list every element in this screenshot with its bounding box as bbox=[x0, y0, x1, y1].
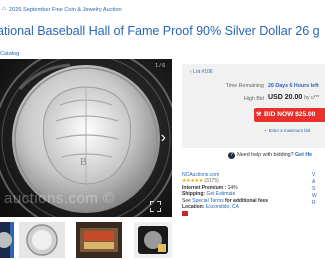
terms-suffix: for additional fees bbox=[225, 197, 269, 204]
chevron-right-icon[interactable]: › bbox=[161, 130, 166, 146]
high-bid-amount: USD 20.00 bbox=[268, 94, 303, 101]
bid-now-button[interactable]: ⚒ BID NOW $25.00 bbox=[254, 108, 325, 122]
thumbnail[interactable] bbox=[76, 222, 122, 258]
seller-info: NCAuctions.com ★★★★★ (3175) Internet Pre… bbox=[182, 172, 312, 217]
svg-text:B: B bbox=[80, 157, 87, 168]
flag-icon bbox=[182, 210, 188, 216]
shipping-estimate-link[interactable]: Get Estimate bbox=[206, 191, 235, 197]
high-bid-value: USD 20.00 by u*** bbox=[268, 94, 320, 101]
side-links: V A S W R bbox=[312, 172, 325, 207]
lot-label: Lot #106 bbox=[193, 69, 213, 75]
side-link[interactable]: A bbox=[312, 179, 325, 186]
page-title: ational Baseball Hall of Fame Proof 90% … bbox=[0, 24, 320, 38]
thumbnail-strip bbox=[0, 222, 172, 258]
image-counter: 1 / 6 bbox=[155, 63, 165, 69]
premium-value: 14% bbox=[227, 184, 238, 191]
thumbnail[interactable] bbox=[134, 222, 172, 258]
location-link[interactable]: Escondido, CA bbox=[206, 204, 239, 210]
bid-panel: ‹ Lot #106 Time Remaining 26 Days 6 Hour… bbox=[182, 64, 325, 148]
max-bid-link[interactable]: + Enter a maximum bid bbox=[264, 128, 310, 133]
high-bid-user: by u*** bbox=[304, 95, 320, 101]
help-link[interactable]: Get He bbox=[295, 152, 312, 158]
premium-label: Internet Premium : bbox=[182, 184, 227, 191]
home-icon[interactable]: ⌂ bbox=[2, 6, 6, 12]
help-text: Need help with bidding? bbox=[237, 152, 294, 158]
side-link[interactable]: V bbox=[312, 172, 325, 179]
expand-icon[interactable] bbox=[150, 201, 161, 212]
max-bid-label: Enter a maximum bid bbox=[268, 128, 311, 133]
breadcrumb: ⌂ 2026 September Fine Coin & Jewelry Auc… bbox=[0, 3, 325, 17]
side-link[interactable]: W bbox=[312, 193, 325, 200]
side-link[interactable]: R bbox=[312, 200, 325, 207]
gavel-icon: ⚒ bbox=[256, 112, 262, 118]
bid-now-label: BID NOW $25.00 bbox=[264, 111, 316, 118]
question-icon: ? bbox=[228, 152, 235, 159]
location-label: Location: bbox=[182, 204, 205, 211]
side-link[interactable]: S bbox=[312, 186, 325, 193]
plus-icon: + bbox=[264, 128, 267, 133]
image-gallery[interactable]: B 1 / 6 › auctions.com © bbox=[0, 59, 172, 217]
rating-stars: ★★★★★ bbox=[182, 178, 203, 185]
review-count[interactable]: (3175) bbox=[204, 178, 218, 184]
thumbnail[interactable] bbox=[0, 222, 14, 258]
special-terms-link[interactable]: Special Terms bbox=[192, 198, 223, 204]
breadcrumb-auction-link[interactable]: 2026 September Fine Coin & Jewelry Aucti… bbox=[9, 7, 122, 13]
catalog-link[interactable]: Catalog bbox=[0, 51, 19, 57]
lot-number[interactable]: ‹ Lot #106 bbox=[190, 69, 213, 75]
shipping-label: Shipping: bbox=[182, 191, 206, 198]
bidding-help: ? Need help with bidding? Get He bbox=[228, 152, 312, 159]
thumbnail[interactable] bbox=[19, 222, 65, 258]
time-remaining-value: 26 Days 6 Hours left bbox=[268, 83, 319, 89]
terms-prefix: See bbox=[182, 197, 191, 204]
watermark: auctions.com © bbox=[4, 190, 115, 207]
seller-name-link[interactable]: NCAuctions.com bbox=[182, 172, 219, 178]
